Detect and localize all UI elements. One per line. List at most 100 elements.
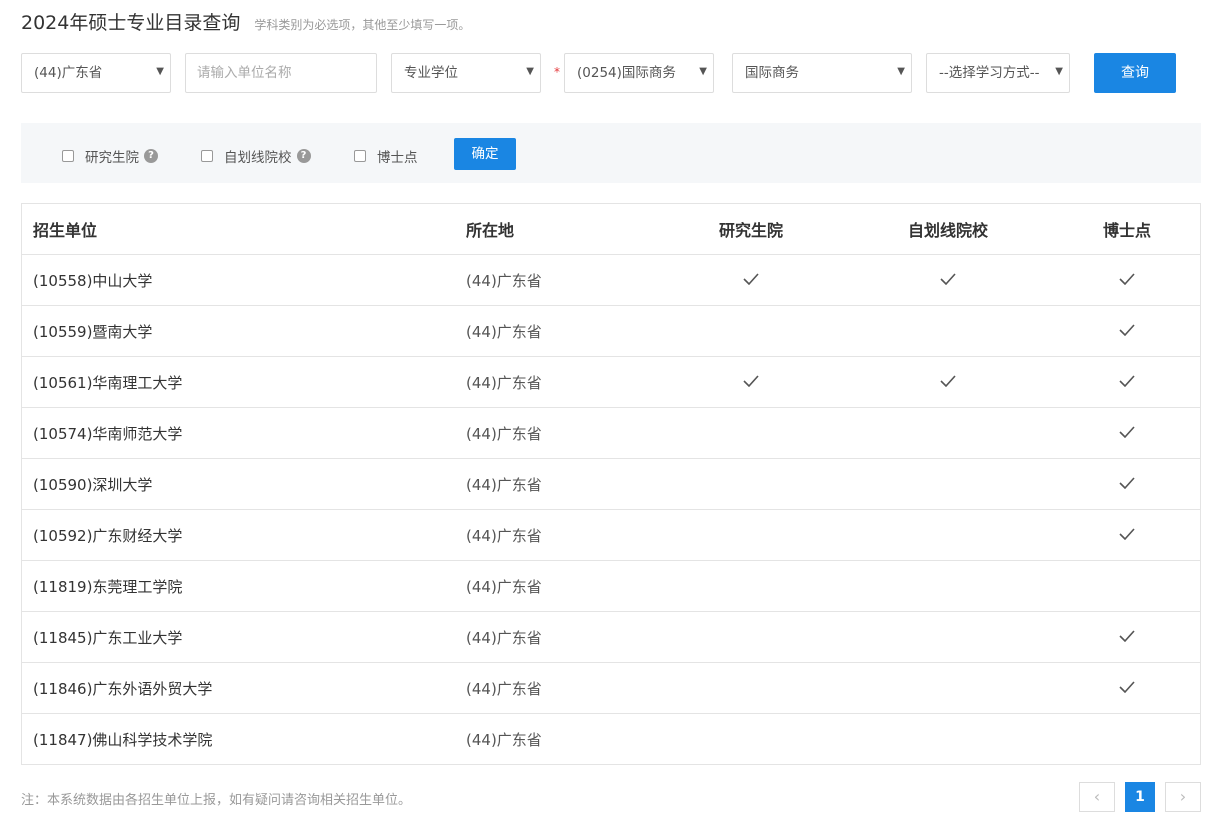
- province-select-value: (44)广东省: [34, 65, 103, 81]
- table-row: (10559)暨南大学 (44)广东省: [22, 305, 1200, 356]
- study-mode-select-value: --选择学习方式--: [939, 65, 1040, 81]
- table-row: (10561)华南理工大学 (44)广东省: [22, 356, 1200, 407]
- column-header-location: 所在地: [466, 221, 515, 240]
- doctoral-cell: [1077, 255, 1177, 305]
- footer-note: 注：本系统数据由各招生单位上报，如有疑问请咨询相关招生单位。: [21, 793, 412, 808]
- self-line-cell: [898, 459, 998, 509]
- chevron-down-icon: ▼: [156, 66, 164, 77]
- chevron-down-icon: ▼: [897, 66, 905, 77]
- table-row: (10592)广东财经大学 (44)广东省: [22, 509, 1200, 560]
- table-row: (11845)广东工业大学 (44)广东省: [22, 611, 1200, 662]
- unit-name-cell: (10561)华南理工大学: [33, 373, 183, 392]
- unit-name-cell: (10592)广东财经大学: [33, 526, 183, 545]
- grad-school-cell: [702, 459, 800, 509]
- self-line-cell: [898, 612, 998, 662]
- check-icon: [940, 373, 956, 391]
- unit-name-cell: (11846)广东外语外贸大学: [33, 679, 213, 698]
- column-header-grad-school: 研究生院: [718, 221, 783, 240]
- check-icon: [1119, 373, 1135, 391]
- check-icon: [940, 271, 956, 289]
- page-header: 2024年硕士专业目录查询 学科类别为必选项，其他至少填写一项。: [21, 8, 470, 34]
- major-select[interactable]: 国际商务 ▼: [732, 53, 912, 93]
- unit-name-cell: (10559)暨南大学: [33, 322, 153, 341]
- location-cell: (44)广东省: [466, 424, 542, 443]
- check-icon: [1119, 322, 1135, 340]
- doctoral-cell: [1077, 714, 1177, 764]
- province-select[interactable]: (44)广东省 ▼: [21, 53, 171, 93]
- table-row: (11846)广东外语外贸大学 (44)广东省: [22, 662, 1200, 713]
- table-header-row: 招生单位 所在地 研究生院 自划线院校 博士点: [22, 204, 1200, 254]
- required-mark: *: [554, 65, 560, 79]
- prev-page-button[interactable]: ‹: [1079, 782, 1115, 812]
- help-icon[interactable]: ?: [296, 149, 311, 163]
- unit-name-cell: (10558)中山大学: [33, 271, 153, 290]
- results-table: 招生单位 所在地 研究生院 自划线院校 博士点 (10558)中山大学 (44)广…: [21, 203, 1201, 765]
- doctoral-cell: [1077, 561, 1177, 611]
- doctoral-checkbox[interactable]: [354, 150, 366, 162]
- self-line-cell: [898, 561, 998, 611]
- doctoral-cell: [1077, 408, 1177, 458]
- grad-school-cell: [702, 561, 800, 611]
- location-cell: (44)广东省: [466, 730, 542, 749]
- doctoral-cell: [1077, 612, 1177, 662]
- self-line-cell: [898, 306, 998, 356]
- unit-name-cell: (11847)佛山科学技术学院: [33, 730, 213, 749]
- unit-name-cell: (11819)东莞理工学院: [33, 577, 183, 596]
- grad-school-cell: [702, 663, 800, 713]
- check-icon: [1119, 424, 1135, 442]
- filter-bar: (44)广东省 ▼ 请输入单位名称 专业学位 ▼ * (0254)国际商务 ▼ …: [21, 53, 1181, 93]
- doctoral-cell: [1077, 663, 1177, 713]
- chevron-down-icon: ▼: [1055, 66, 1063, 77]
- self-line-cell: [898, 714, 998, 764]
- page-1-button[interactable]: 1: [1125, 782, 1155, 812]
- chevron-down-icon: ▼: [699, 66, 707, 77]
- check-icon: [1119, 679, 1135, 697]
- confirm-button[interactable]: 确定: [454, 138, 516, 170]
- check-icon: [1119, 526, 1135, 544]
- location-cell: (44)广东省: [466, 322, 542, 341]
- table-row: (11847)佛山科学技术学院 (44)广东省: [22, 713, 1200, 764]
- self-line-checkbox[interactable]: [201, 150, 213, 162]
- check-icon: [743, 373, 759, 391]
- location-cell: (44)广东省: [466, 271, 542, 290]
- study-mode-select[interactable]: --选择学习方式-- ▼: [926, 53, 1070, 93]
- unit-name-input[interactable]: 请输入单位名称: [185, 53, 377, 93]
- help-icon[interactable]: ?: [144, 149, 158, 163]
- grad-school-option[interactable]: 研究生院 ?: [62, 146, 158, 166]
- table-row: (10574)华南师范大学 (44)广东省: [22, 407, 1200, 458]
- grad-school-cell: [702, 714, 800, 764]
- doctoral-cell: [1077, 306, 1177, 356]
- doctoral-cell: [1077, 510, 1177, 560]
- location-cell: (44)广东省: [466, 628, 542, 647]
- self-line-option[interactable]: 自划线院校 ?: [201, 146, 311, 166]
- unit-name-cell: (10574)华南师范大学: [33, 424, 183, 443]
- grad-school-label: 研究生院: [85, 150, 139, 166]
- grad-school-cell: [702, 612, 800, 662]
- grad-school-cell: [702, 408, 800, 458]
- grad-school-cell: [702, 255, 800, 305]
- doctoral-label: 博士点: [377, 150, 418, 166]
- unit-name-cell: (10590)深圳大学: [33, 475, 153, 494]
- doctoral-option[interactable]: 博士点: [354, 146, 418, 166]
- page-title: 2024年硕士专业目录查询: [21, 12, 241, 34]
- grad-school-cell: [702, 510, 800, 560]
- self-line-cell: [898, 255, 998, 305]
- grad-school-checkbox[interactable]: [62, 150, 74, 162]
- degree-type-select[interactable]: 专业学位 ▼: [391, 53, 541, 93]
- location-cell: (44)广东省: [466, 475, 542, 494]
- location-cell: (44)广东省: [466, 373, 542, 392]
- self-line-cell: [898, 663, 998, 713]
- options-panel: 研究生院 ? 自划线院校 ? 博士点 确定: [21, 123, 1201, 183]
- major-select-value: 国际商务: [745, 65, 799, 81]
- chevron-down-icon: ▼: [526, 66, 534, 77]
- self-line-cell: [898, 510, 998, 560]
- page-subtitle: 学科类别为必选项，其他至少填写一项。: [254, 18, 471, 32]
- query-button[interactable]: 查询: [1094, 53, 1176, 93]
- grad-school-cell: [702, 357, 800, 407]
- column-header-self-line: 自划线院校: [907, 221, 988, 240]
- self-line-cell: [898, 357, 998, 407]
- next-page-button[interactable]: ›: [1165, 782, 1201, 812]
- discipline-select[interactable]: (0254)国际商务 ▼: [564, 53, 714, 93]
- check-icon: [743, 271, 759, 289]
- table-row: (10590)深圳大学 (44)广东省: [22, 458, 1200, 509]
